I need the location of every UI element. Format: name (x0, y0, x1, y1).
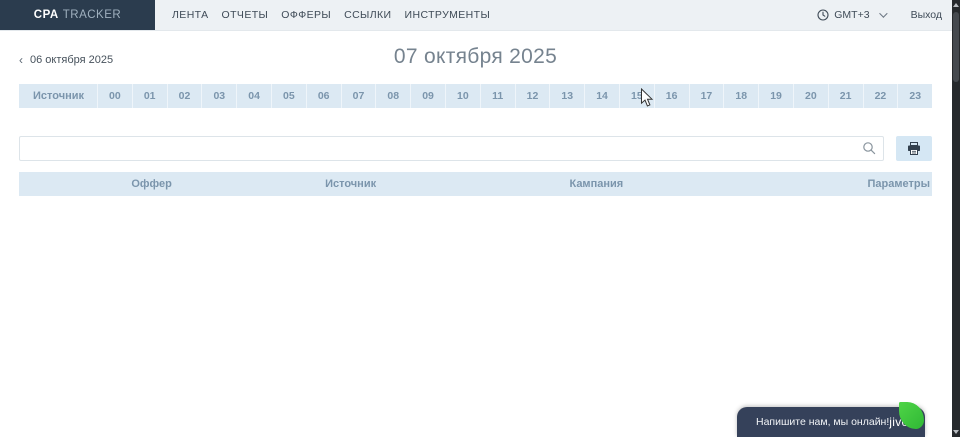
hour-cell-04[interactable]: 04 (236, 84, 271, 108)
hour-cell-18[interactable]: 18 (723, 84, 758, 108)
vertical-scrollbar[interactable] (952, 0, 960, 437)
hour-cell-17[interactable]: 17 (689, 84, 724, 108)
top-navbar: CPA TRACKER ЛЕНТА ОТЧЕТЫ ОФФЕРЫ ССЫЛКИ ИНСТР… (0, 0, 960, 31)
hour-cell-03[interactable]: 03 (201, 84, 236, 108)
nav-menu: ЛЕНТА ОТЧЕТЫ ОФФЕРЫ ССЫЛКИ ИНСТРУМЕНТЫ (155, 0, 490, 30)
print-button[interactable] (896, 136, 932, 161)
search-toolbar (19, 136, 932, 161)
logo-primary-text: CPA (34, 9, 59, 21)
hour-cell-08[interactable]: 08 (375, 84, 410, 108)
hour-cell-21[interactable]: 21 (828, 84, 863, 108)
page-title: 07 октября 2025 (19, 45, 932, 69)
nav-item-1[interactable]: ОТЧЕТЫ (222, 9, 269, 21)
printer-icon (907, 142, 921, 155)
scrollbar-thumb[interactable] (953, 12, 959, 82)
table-column-header-3: Кампания (561, 172, 859, 196)
search-box (19, 136, 884, 161)
hour-cell-01[interactable]: 01 (132, 84, 167, 108)
logout-link[interactable]: Выход (911, 9, 942, 21)
hour-cell-10[interactable]: 10 (445, 84, 480, 108)
timezone-selector[interactable]: GMT+3 (817, 9, 884, 21)
scroll-up-icon[interactable] (953, 3, 959, 7)
table-column-header-0 (19, 172, 123, 196)
table-column-header-4: Параметры (860, 172, 932, 196)
hour-cell-13[interactable]: 13 (549, 84, 584, 108)
hour-cell-09[interactable]: 09 (410, 84, 445, 108)
nav-item-4[interactable]: ИНСТРУМЕНТЫ (405, 9, 491, 21)
chat-message: Напишите нам, мы онлайн! (737, 416, 889, 428)
hour-cell-19[interactable]: 19 (758, 84, 793, 108)
table-column-header-2: Источник (317, 172, 561, 196)
hours-header-row: Источник 0001020304050607080910111213141… (19, 84, 932, 108)
hour-cell-23[interactable]: 23 (897, 84, 932, 108)
table-column-header-1: Оффер (123, 172, 317, 196)
app-logo[interactable]: CPA TRACKER (0, 0, 155, 30)
report-table-header: ОфферИсточникКампанияПараметры (19, 172, 932, 196)
hour-cell-05[interactable]: 05 (271, 84, 306, 108)
nav-item-2[interactable]: ОФФЕРЫ (281, 9, 331, 21)
logo-secondary-text: TRACKER (63, 9, 121, 21)
hour-cell-14[interactable]: 14 (584, 84, 619, 108)
chevron-down-icon (879, 9, 887, 17)
clock-icon (817, 9, 829, 21)
hour-cell-00[interactable]: 00 (97, 84, 132, 108)
hours-source-header: Источник (19, 84, 97, 108)
hour-cell-16[interactable]: 16 (654, 84, 689, 108)
hour-cell-02[interactable]: 02 (167, 84, 202, 108)
hour-cell-11[interactable]: 11 (480, 84, 515, 108)
nav-item-3[interactable]: ССЫЛКИ (344, 9, 391, 21)
scroll-down-icon[interactable] (953, 430, 959, 434)
hour-cell-22[interactable]: 22 (863, 84, 898, 108)
hour-cell-06[interactable]: 06 (306, 84, 341, 108)
hour-cell-15[interactable]: 15 (619, 84, 654, 108)
search-icon (862, 141, 876, 155)
nav-right-group: GMT+3 Выход (817, 0, 960, 30)
date-navigation: ‹ 06 октября 2025 07 октября 2025 (19, 41, 932, 75)
nav-item-0[interactable]: ЛЕНТА (172, 9, 209, 21)
timezone-label: GMT+3 (834, 9, 869, 21)
hour-cell-20[interactable]: 20 (793, 84, 828, 108)
search-input[interactable] (19, 136, 884, 161)
page-content: ‹ 06 октября 2025 07 октября 2025 Источн… (0, 41, 960, 196)
hour-cell-07[interactable]: 07 (341, 84, 376, 108)
hour-cell-12[interactable]: 12 (515, 84, 550, 108)
chat-widget[interactable]: Напишите нам, мы онлайн! jivo (737, 407, 925, 437)
